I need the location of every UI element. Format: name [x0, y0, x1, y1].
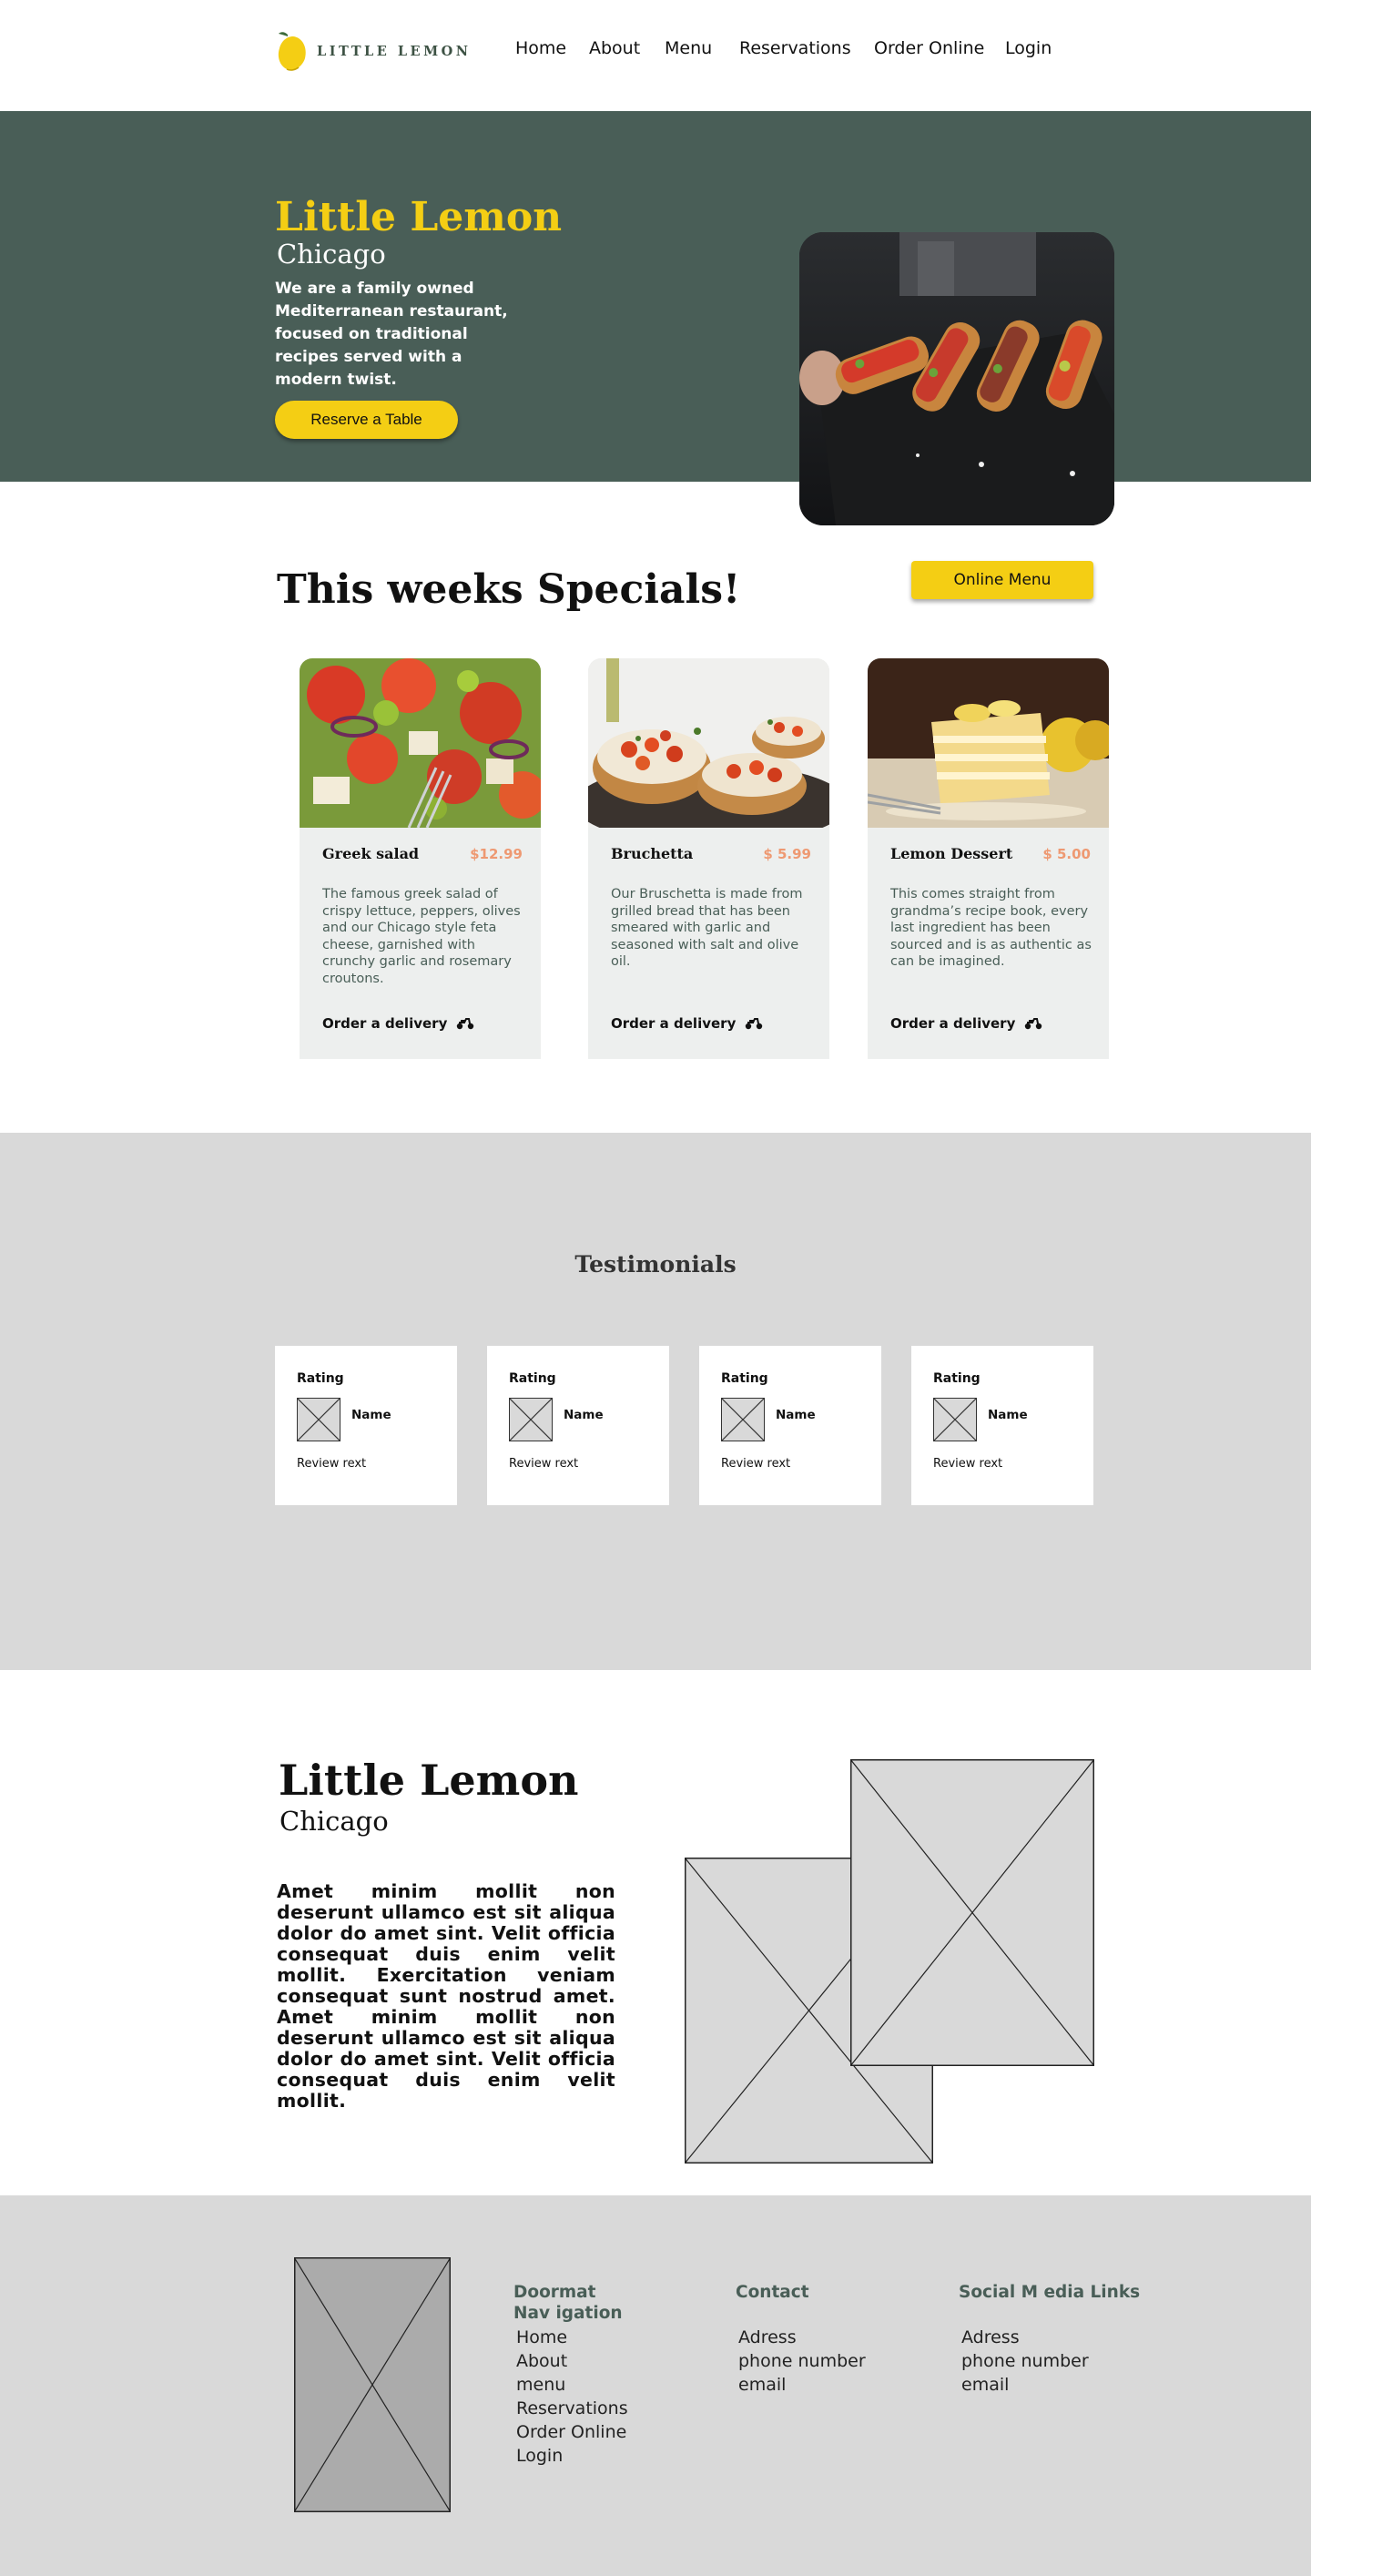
- nav-order-online[interactable]: Order Online: [874, 38, 984, 58]
- order-delivery-label: Order a delivery: [611, 1015, 737, 1032]
- about-text: Amet minim mollit non deserunt ullamco e…: [277, 1880, 615, 2112]
- about-image-placeholder-front: [850, 1759, 1094, 2066]
- footer-social-address[interactable]: Adress: [961, 2326, 1140, 2349]
- online-menu-button[interactable]: Online Menu: [911, 561, 1093, 599]
- footer-social-heading: Social M edia Links: [959, 2283, 1141, 2302]
- avatar-placeholder-icon: [297, 1398, 340, 1441]
- about-title: Little Lemon: [279, 1756, 579, 1805]
- specials-title: This weeks Specials!: [277, 566, 741, 613]
- delivery-scooter-icon: [457, 1018, 474, 1030]
- lemon-logo-icon[interactable]: [275, 29, 310, 73]
- testimonial-card: Rating Name Review rext: [911, 1346, 1093, 1505]
- testimonial-review: Review rext: [509, 1457, 579, 1471]
- footer-social-email[interactable]: email: [961, 2373, 1140, 2397]
- testimonial-rating: Rating: [721, 1371, 768, 1386]
- testimonial-rating: Rating: [933, 1371, 981, 1386]
- footer-social-phone[interactable]: phone number: [961, 2349, 1140, 2373]
- card-name: Bruchetta: [611, 845, 694, 862]
- footer-doormat-heading-line1: Doormat: [513, 2283, 596, 2302]
- nav-home[interactable]: Home: [515, 38, 566, 58]
- bruchetta-image: [588, 658, 829, 828]
- greek-salad-image: [300, 658, 541, 828]
- hero-description: We are a family owned Mediterranean rest…: [275, 280, 508, 389]
- special-card-bruchetta: Bruchetta $ 5.99 Our Bruschetta is made …: [588, 658, 829, 1059]
- hero-subtitle: Chicago: [277, 239, 386, 270]
- footer-logo-placeholder: [294, 2257, 451, 2512]
- nav-about[interactable]: About: [589, 38, 640, 58]
- footer-link-login[interactable]: Login: [516, 2444, 628, 2468]
- card-name: Lemon Dessert: [890, 845, 1013, 862]
- footer-contact-phone[interactable]: phone number: [738, 2349, 866, 2373]
- footer-contact: Contact Adress phone number email: [736, 2282, 866, 2397]
- footer-contact-email[interactable]: email: [738, 2373, 866, 2397]
- card-price: $ 5.00: [1042, 846, 1091, 862]
- hero-food-image: [799, 232, 1114, 525]
- footer-social: Social M edia Links Adress phone number …: [959, 2282, 1140, 2397]
- nav-menu[interactable]: Menu: [665, 38, 712, 58]
- footer-link-order-online[interactable]: Order Online: [516, 2420, 628, 2444]
- testimonials-title: Testimonials: [574, 1251, 737, 1278]
- card-description: The famous greek salad of crispy lettuce…: [322, 887, 521, 986]
- testimonial-review: Review rext: [721, 1457, 791, 1471]
- order-delivery-link[interactable]: Order a delivery: [322, 1015, 474, 1032]
- hero-title: Little Lemon: [275, 194, 563, 240]
- delivery-scooter-icon: [1025, 1018, 1042, 1030]
- card-price: $12.99: [470, 846, 523, 862]
- logo-wordmark: LITTLE LEMON: [317, 44, 472, 59]
- testimonial-review: Review rext: [297, 1457, 367, 1471]
- avatar-placeholder-icon: [933, 1398, 977, 1441]
- avatar-placeholder-icon: [509, 1398, 553, 1441]
- testimonial-card: Rating Name Review rext: [487, 1346, 669, 1505]
- testimonial-name: Name: [351, 1408, 391, 1422]
- order-delivery-label: Order a delivery: [322, 1015, 448, 1032]
- footer-link-menu[interactable]: menu: [516, 2373, 628, 2397]
- nav-reservations[interactable]: Reservations: [739, 38, 851, 58]
- avatar-placeholder-icon: [721, 1398, 765, 1441]
- card-description: Our Bruschetta is made from grilled brea…: [611, 887, 803, 969]
- testimonial-review: Review rext: [933, 1457, 1003, 1471]
- lemon-dessert-image: [868, 658, 1109, 828]
- footer-link-home[interactable]: Home: [516, 2326, 628, 2349]
- testimonial-card: Rating Name Review rext: [699, 1346, 881, 1505]
- testimonial-rating: Rating: [297, 1371, 344, 1386]
- reserve-table-button[interactable]: Reserve a Table: [275, 401, 458, 439]
- order-delivery-link[interactable]: Order a delivery: [611, 1015, 763, 1032]
- footer-contact-address[interactable]: Adress: [738, 2326, 866, 2349]
- testimonial-card: Rating Name Review rext: [275, 1346, 457, 1505]
- card-price: $ 5.99: [763, 846, 811, 862]
- footer-contact-heading: Contact: [736, 2283, 809, 2302]
- testimonial-name: Name: [988, 1408, 1028, 1422]
- special-card-greek-salad: Greek salad $12.99 The famous greek sala…: [300, 658, 541, 1059]
- about-subtitle: Chicago: [279, 1806, 389, 1837]
- footer-link-reservations[interactable]: Reservations: [516, 2397, 628, 2420]
- card-name: Greek salad: [322, 845, 420, 862]
- order-delivery-label: Order a delivery: [890, 1015, 1016, 1032]
- footer-doormat-nav: Doormat Nav igation Home About menu Rese…: [513, 2282, 628, 2468]
- testimonial-name: Name: [776, 1408, 816, 1422]
- nav-login[interactable]: Login: [1005, 38, 1052, 58]
- hero-section: [0, 111, 1311, 482]
- testimonial-rating: Rating: [509, 1371, 556, 1386]
- footer-link-about[interactable]: About: [516, 2349, 628, 2373]
- delivery-scooter-icon: [746, 1018, 763, 1030]
- footer-doormat-heading-line2: Nav igation: [513, 2304, 623, 2323]
- testimonial-name: Name: [564, 1408, 604, 1422]
- order-delivery-link[interactable]: Order a delivery: [890, 1015, 1042, 1032]
- special-card-lemon-dessert: Lemon Dessert $ 5.00 This comes straight…: [868, 658, 1109, 1059]
- card-description: This comes straight from grandma’s recip…: [890, 887, 1092, 969]
